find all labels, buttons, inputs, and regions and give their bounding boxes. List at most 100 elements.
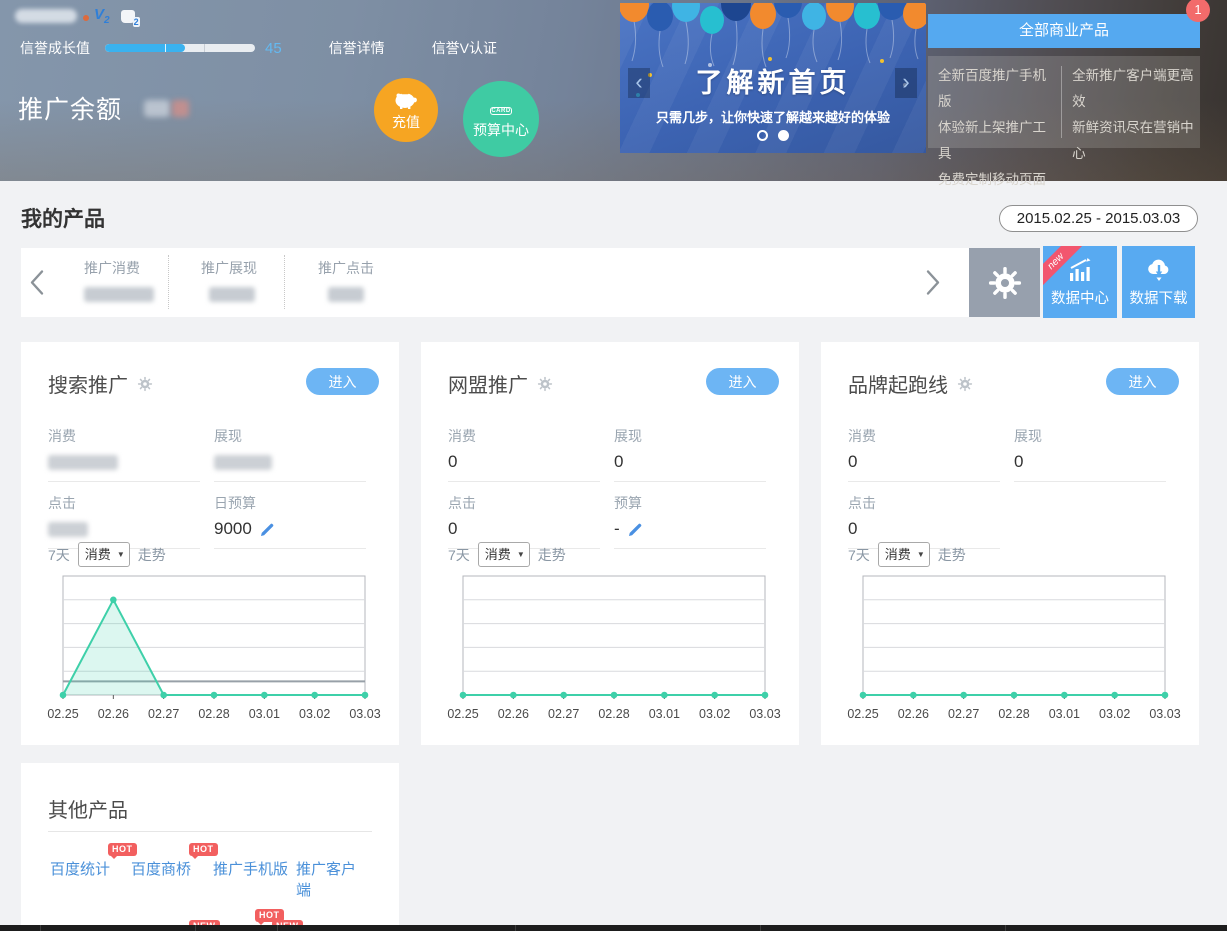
banner-dot-2[interactable]: [778, 130, 789, 141]
svg-text:02.28: 02.28: [198, 707, 229, 720]
enter-button[interactable]: 进入: [1106, 368, 1179, 395]
budget-center-button[interactable]: CARD 预算中心: [463, 81, 539, 157]
budget-center-label: 预算中心: [473, 120, 529, 140]
trend-chart: 02.2502.2602.2702.2803.0103.0203.03: [437, 568, 791, 720]
user-info: V2 2: [15, 7, 135, 25]
divider: [48, 831, 372, 832]
product-card-network: 网盟推广 进入 消费 0 展现 0 点击 0 预算 -: [421, 342, 799, 745]
banner-next-button[interactable]: ›: [895, 68, 917, 98]
card-title-row: 搜索推广: [48, 369, 153, 398]
recharge-button[interactable]: 充值: [374, 78, 438, 142]
trend-suffix-label: 走势: [538, 545, 566, 565]
svg-text:03.01: 03.01: [1049, 707, 1080, 720]
trend-metric-select[interactable]: 消费: [878, 542, 930, 567]
banner-prev-button[interactable]: ‹: [628, 68, 650, 98]
settings-gear-icon[interactable]: [537, 376, 553, 392]
customize-stats-button[interactable]: [969, 248, 1040, 317]
trend-chart: 02.2502.2602.2702.2803.0103.0203.03: [37, 568, 391, 720]
panel-link[interactable]: 免费定制移动页面: [938, 167, 1053, 193]
edit-pencil-icon[interactable]: [259, 521, 276, 538]
enter-button[interactable]: 进入: [706, 368, 779, 395]
trend-days-label: 7天: [848, 545, 870, 565]
trend-metric-select[interactable]: 消费: [478, 542, 530, 567]
credit-growth-label: 信誉成长值: [20, 38, 90, 58]
products-links-panel: 全新百度推广手机版 体验新上架推广工具 免费定制移动页面 全新推广客户端更高效 …: [928, 56, 1200, 148]
trend-selector-row: 7天 消费 ▼ 走势: [448, 542, 566, 567]
all-products-button[interactable]: 全部商业产品: [928, 14, 1200, 48]
svg-text:02.26: 02.26: [898, 707, 929, 720]
v2-level-badge: V2: [94, 6, 110, 26]
svg-text:02.27: 02.27: [148, 707, 179, 720]
product-link-cell: 推广客户端: [296, 858, 368, 900]
date-range-picker[interactable]: 2015.02.25 - 2015.03.03: [999, 205, 1198, 232]
svg-text:03.03: 03.03: [749, 707, 780, 720]
baidu-promotion-dashboard: V2 2 信誉成长值 45 信誉详情 信誉V认证 推广余额: [0, 0, 1227, 931]
data-download-button[interactable]: 数据下载: [1122, 246, 1195, 318]
card-title-row: 网盟推广: [448, 369, 553, 398]
product-link[interactable]: 推广客户端: [296, 861, 356, 899]
credit-v-cert-link[interactable]: 信誉V认证: [432, 38, 497, 58]
username-redacted: [15, 9, 77, 23]
svg-text:02.25: 02.25: [447, 707, 478, 720]
panel-link[interactable]: 全新百度推广手机版: [938, 63, 1053, 115]
overview-stats-bar: 推广消费 推广展现 推广点击: [21, 248, 1040, 317]
credit-progress-fill: [105, 44, 185, 52]
stat-impressions: 展现 0: [614, 426, 766, 482]
redacted-value: [84, 287, 154, 302]
data-center-button[interactable]: new 数据中心: [1043, 246, 1117, 318]
balance-value-redacted: [144, 100, 170, 117]
stat-impressions: 展现: [214, 426, 366, 482]
stat-consume: 消费 0: [448, 426, 600, 482]
redacted-value: [328, 287, 364, 302]
card-title: 网盟推广: [448, 369, 528, 398]
svg-text:03.03: 03.03: [349, 707, 380, 720]
svg-text:02.26: 02.26: [498, 707, 529, 720]
stat-clicks: 点击: [48, 493, 200, 549]
credit-growth-row: 信誉成长值 45 信誉详情 信誉V认证: [20, 38, 497, 58]
promotion-balance: 推广余额: [18, 90, 189, 126]
card-stats: 消费 0 展现 0 点击 0 预算 -: [448, 426, 772, 560]
enter-button[interactable]: 进入: [306, 368, 379, 395]
redacted-value: [48, 522, 88, 537]
data-download-label: 数据下载: [1130, 287, 1188, 308]
stat-empty: [1014, 493, 1166, 549]
svg-text:03.02: 03.02: [699, 707, 730, 720]
stat-consume: 消费 0: [848, 426, 1000, 482]
section-title: 我的产品: [21, 203, 105, 233]
card-icon: CARD: [490, 99, 511, 117]
edit-pencil-icon[interactable]: [627, 521, 644, 538]
overview-stat-clicks: 推广点击: [318, 258, 374, 302]
trend-days-label: 7天: [448, 545, 470, 565]
panel-link[interactable]: 体验新上架推广工具: [938, 115, 1053, 167]
vertical-divider: [1061, 66, 1062, 138]
piggy-bank-icon: [393, 89, 419, 109]
svg-text:02.28: 02.28: [598, 707, 629, 720]
trend-suffix-label: 走势: [938, 545, 966, 565]
banner-pagination: [620, 130, 926, 141]
stat-clicks: 点击 0: [448, 493, 600, 549]
settings-gear-icon[interactable]: [957, 376, 973, 392]
panel-link[interactable]: 新鲜资讯尽在营销中心: [1072, 115, 1200, 167]
credit-detail-link[interactable]: 信誉详情: [329, 38, 385, 58]
product-link[interactable]: 推广手机版: [213, 861, 288, 878]
panel-link[interactable]: 全新推广客户端更高效: [1072, 63, 1200, 115]
svg-text:03.01: 03.01: [249, 707, 280, 720]
hot-badge: HOT: [108, 843, 137, 856]
stat-daily-budget: 日预算 9000: [214, 493, 366, 549]
trend-metric-select[interactable]: 消费: [78, 542, 130, 567]
product-link[interactable]: 百度统计: [50, 861, 110, 878]
dotted-divider: [284, 255, 285, 309]
moneybag-badge-icon: 2: [121, 10, 135, 23]
chevron-right-icon[interactable]: [925, 269, 941, 296]
data-center-label: 数据中心: [1051, 287, 1109, 308]
product-link[interactable]: 百度商桥: [131, 861, 191, 878]
card-stats: 消费 0 展现 0 点击 0: [848, 426, 1172, 560]
trend-suffix-label: 走势: [138, 545, 166, 565]
promo-banner[interactable]: 了解新首页 只需几步，让你快速了解越来越好的体验 ‹ ›: [620, 3, 926, 153]
stat-impressions: 展现 0: [1014, 426, 1166, 482]
svg-text:03.02: 03.02: [299, 707, 330, 720]
settings-gear-icon[interactable]: [137, 376, 153, 392]
chevron-left-icon[interactable]: [29, 269, 45, 296]
banner-dot-1[interactable]: [757, 130, 768, 141]
trend-selector-row: 7天 消费 ▼ 走势: [848, 542, 966, 567]
